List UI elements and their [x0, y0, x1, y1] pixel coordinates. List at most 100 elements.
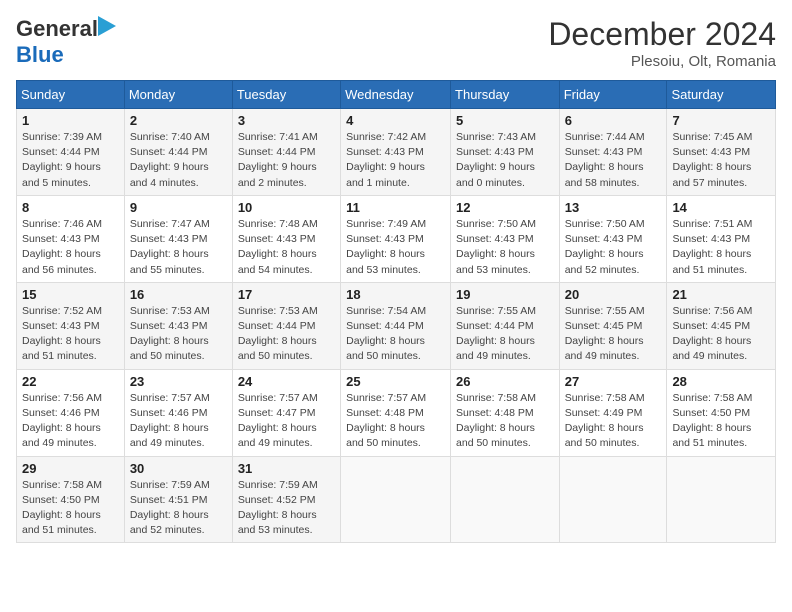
day-number: 28 [672, 374, 770, 389]
day-number: 6 [565, 113, 662, 128]
calendar-cell: 14 Sunrise: 7:51 AM Sunset: 4:43 PM Dayl… [667, 195, 776, 282]
day-number: 30 [130, 461, 227, 476]
day-number: 9 [130, 200, 227, 215]
calendar-cell [451, 456, 560, 543]
calendar-cell: 22 Sunrise: 7:56 AM Sunset: 4:46 PM Dayl… [17, 369, 125, 456]
day-info: Sunrise: 7:50 AM Sunset: 4:43 PM Dayligh… [565, 217, 662, 278]
day-info: Sunrise: 7:47 AM Sunset: 4:43 PM Dayligh… [130, 217, 227, 278]
day-info: Sunrise: 7:49 AM Sunset: 4:43 PM Dayligh… [346, 217, 445, 278]
calendar-cell: 1 Sunrise: 7:39 AM Sunset: 4:44 PM Dayli… [17, 109, 125, 196]
day-number: 16 [130, 287, 227, 302]
day-info: Sunrise: 7:48 AM Sunset: 4:43 PM Dayligh… [238, 217, 335, 278]
logo: General Blue [16, 16, 116, 68]
calendar-cell: 3 Sunrise: 7:41 AM Sunset: 4:44 PM Dayli… [232, 109, 340, 196]
col-thursday: Thursday [451, 81, 560, 109]
day-info: Sunrise: 7:59 AM Sunset: 4:52 PM Dayligh… [238, 478, 335, 539]
calendar-cell [341, 456, 451, 543]
day-info: Sunrise: 7:53 AM Sunset: 4:43 PM Dayligh… [130, 304, 227, 365]
calendar-week-5: 29 Sunrise: 7:58 AM Sunset: 4:50 PM Dayl… [17, 456, 776, 543]
day-info: Sunrise: 7:42 AM Sunset: 4:43 PM Dayligh… [346, 130, 445, 191]
day-number: 14 [672, 200, 770, 215]
col-saturday: Saturday [667, 81, 776, 109]
calendar-cell: 11 Sunrise: 7:49 AM Sunset: 4:43 PM Dayl… [341, 195, 451, 282]
day-number: 1 [22, 113, 119, 128]
logo-blue: Blue [16, 42, 64, 67]
day-number: 26 [456, 374, 554, 389]
day-info: Sunrise: 7:57 AM Sunset: 4:46 PM Dayligh… [130, 391, 227, 452]
calendar-cell: 28 Sunrise: 7:58 AM Sunset: 4:50 PM Dayl… [667, 369, 776, 456]
calendar-cell: 16 Sunrise: 7:53 AM Sunset: 4:43 PM Dayl… [124, 282, 232, 369]
calendar-cell: 4 Sunrise: 7:42 AM Sunset: 4:43 PM Dayli… [341, 109, 451, 196]
calendar-cell: 10 Sunrise: 7:48 AM Sunset: 4:43 PM Dayl… [232, 195, 340, 282]
calendar-cell: 18 Sunrise: 7:54 AM Sunset: 4:44 PM Dayl… [341, 282, 451, 369]
calendar-cell: 5 Sunrise: 7:43 AM Sunset: 4:43 PM Dayli… [451, 109, 560, 196]
day-info: Sunrise: 7:58 AM Sunset: 4:48 PM Dayligh… [456, 391, 554, 452]
calendar-table: Sunday Monday Tuesday Wednesday Thursday… [16, 80, 776, 543]
calendar-cell: 2 Sunrise: 7:40 AM Sunset: 4:44 PM Dayli… [124, 109, 232, 196]
calendar-cell: 31 Sunrise: 7:59 AM Sunset: 4:52 PM Dayl… [232, 456, 340, 543]
day-info: Sunrise: 7:58 AM Sunset: 4:50 PM Dayligh… [672, 391, 770, 452]
day-info: Sunrise: 7:57 AM Sunset: 4:47 PM Dayligh… [238, 391, 335, 452]
header-row: Sunday Monday Tuesday Wednesday Thursday… [17, 81, 776, 109]
logo-general: General [16, 16, 98, 42]
day-info: Sunrise: 7:57 AM Sunset: 4:48 PM Dayligh… [346, 391, 445, 452]
day-info: Sunrise: 7:51 AM Sunset: 4:43 PM Dayligh… [672, 217, 770, 278]
day-number: 12 [456, 200, 554, 215]
day-number: 15 [22, 287, 119, 302]
day-number: 3 [238, 113, 335, 128]
calendar-cell: 13 Sunrise: 7:50 AM Sunset: 4:43 PM Dayl… [559, 195, 667, 282]
col-wednesday: Wednesday [341, 81, 451, 109]
calendar-cell: 26 Sunrise: 7:58 AM Sunset: 4:48 PM Dayl… [451, 369, 560, 456]
calendar-cell: 9 Sunrise: 7:47 AM Sunset: 4:43 PM Dayli… [124, 195, 232, 282]
day-number: 10 [238, 200, 335, 215]
day-info: Sunrise: 7:58 AM Sunset: 4:49 PM Dayligh… [565, 391, 662, 452]
col-sunday: Sunday [17, 81, 125, 109]
col-friday: Friday [559, 81, 667, 109]
calendar-cell: 27 Sunrise: 7:58 AM Sunset: 4:49 PM Dayl… [559, 369, 667, 456]
calendar-body: 1 Sunrise: 7:39 AM Sunset: 4:44 PM Dayli… [17, 109, 776, 543]
day-number: 18 [346, 287, 445, 302]
calendar-cell: 24 Sunrise: 7:57 AM Sunset: 4:47 PM Dayl… [232, 369, 340, 456]
calendar-cell [559, 456, 667, 543]
calendar-header: Sunday Monday Tuesday Wednesday Thursday… [17, 81, 776, 109]
calendar-week-2: 8 Sunrise: 7:46 AM Sunset: 4:43 PM Dayli… [17, 195, 776, 282]
day-number: 11 [346, 200, 445, 215]
calendar-cell: 23 Sunrise: 7:57 AM Sunset: 4:46 PM Dayl… [124, 369, 232, 456]
day-info: Sunrise: 7:59 AM Sunset: 4:51 PM Dayligh… [130, 478, 227, 539]
day-info: Sunrise: 7:46 AM Sunset: 4:43 PM Dayligh… [22, 217, 119, 278]
day-number: 4 [346, 113, 445, 128]
day-info: Sunrise: 7:52 AM Sunset: 4:43 PM Dayligh… [22, 304, 119, 365]
calendar-cell [667, 456, 776, 543]
day-info: Sunrise: 7:43 AM Sunset: 4:43 PM Dayligh… [456, 130, 554, 191]
day-info: Sunrise: 7:44 AM Sunset: 4:43 PM Dayligh… [565, 130, 662, 191]
calendar-week-4: 22 Sunrise: 7:56 AM Sunset: 4:46 PM Dayl… [17, 369, 776, 456]
day-number: 22 [22, 374, 119, 389]
calendar-subtitle: Plesoiu, Olt, Romania [548, 53, 776, 70]
calendar-title: December 2024 [548, 16, 776, 53]
calendar-cell: 19 Sunrise: 7:55 AM Sunset: 4:44 PM Dayl… [451, 282, 560, 369]
title-block: December 2024 Plesoiu, Olt, Romania [548, 16, 776, 70]
calendar-cell: 7 Sunrise: 7:45 AM Sunset: 4:43 PM Dayli… [667, 109, 776, 196]
calendar-cell: 25 Sunrise: 7:57 AM Sunset: 4:48 PM Dayl… [341, 369, 451, 456]
calendar-cell: 20 Sunrise: 7:55 AM Sunset: 4:45 PM Dayl… [559, 282, 667, 369]
day-info: Sunrise: 7:50 AM Sunset: 4:43 PM Dayligh… [456, 217, 554, 278]
calendar-cell: 30 Sunrise: 7:59 AM Sunset: 4:51 PM Dayl… [124, 456, 232, 543]
day-info: Sunrise: 7:53 AM Sunset: 4:44 PM Dayligh… [238, 304, 335, 365]
col-monday: Monday [124, 81, 232, 109]
day-info: Sunrise: 7:55 AM Sunset: 4:45 PM Dayligh… [565, 304, 662, 365]
day-number: 24 [238, 374, 335, 389]
page-header: General Blue December 2024 Plesoiu, Olt,… [16, 16, 776, 70]
calendar-cell: 8 Sunrise: 7:46 AM Sunset: 4:43 PM Dayli… [17, 195, 125, 282]
day-info: Sunrise: 7:40 AM Sunset: 4:44 PM Dayligh… [130, 130, 227, 191]
day-number: 17 [238, 287, 335, 302]
calendar-cell: 17 Sunrise: 7:53 AM Sunset: 4:44 PM Dayl… [232, 282, 340, 369]
day-info: Sunrise: 7:45 AM Sunset: 4:43 PM Dayligh… [672, 130, 770, 191]
day-number: 23 [130, 374, 227, 389]
day-number: 2 [130, 113, 227, 128]
day-info: Sunrise: 7:56 AM Sunset: 4:46 PM Dayligh… [22, 391, 119, 452]
logo-arrow [98, 16, 116, 42]
day-number: 29 [22, 461, 119, 476]
calendar-cell: 6 Sunrise: 7:44 AM Sunset: 4:43 PM Dayli… [559, 109, 667, 196]
calendar-week-3: 15 Sunrise: 7:52 AM Sunset: 4:43 PM Dayl… [17, 282, 776, 369]
day-number: 27 [565, 374, 662, 389]
